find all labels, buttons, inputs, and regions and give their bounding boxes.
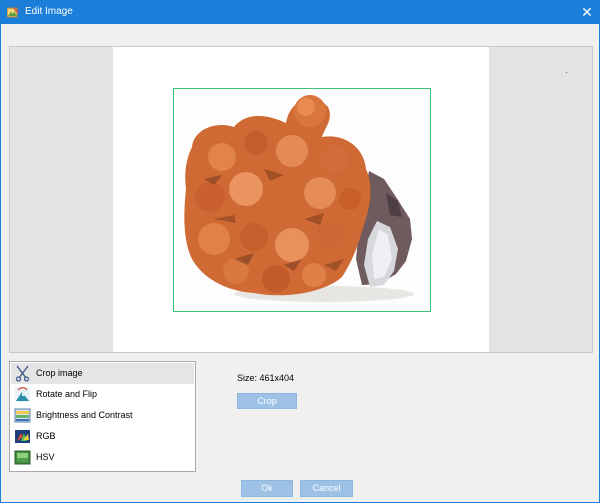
crop-size-label: Size: 461x404 [237, 373, 295, 383]
canvas-speck [566, 72, 567, 73]
tool-list: Crop image Rotate and Flip Brightness an… [9, 361, 196, 472]
edit-image-dialog: Edit Image ✕ Crop image Rotate and Flip … [0, 0, 600, 503]
tool-item-hsv[interactable]: HSV [11, 447, 194, 468]
tool-item-crop-image[interactable]: Crop image [11, 363, 194, 384]
app-icon [7, 7, 19, 18]
window-title: Edit Image [25, 6, 73, 17]
ok-button[interactable]: Ok [241, 480, 293, 497]
image-canvas[interactable] [9, 46, 593, 353]
brightness-contrast-icon [14, 408, 31, 423]
rotate-flip-icon [15, 387, 30, 402]
tool-item-rotate-and-flip[interactable]: Rotate and Flip [11, 384, 194, 405]
cancel-button[interactable]: Cancel [300, 480, 353, 497]
close-button[interactable]: ✕ [577, 3, 597, 21]
tool-label: Crop image [36, 368, 83, 378]
hsv-icon [14, 450, 31, 465]
tool-label: Brightness and Contrast [36, 410, 133, 420]
tool-label: RGB [36, 431, 56, 441]
crop-button[interactable]: Crop [237, 393, 297, 409]
image-page [113, 47, 489, 352]
mineral-image [174, 89, 430, 311]
scissors-icon [15, 365, 30, 382]
tool-label: Rotate and Flip [36, 389, 98, 399]
rgb-icon [15, 430, 30, 443]
tool-item-rgb[interactable]: RGB [11, 426, 194, 447]
title-bar[interactable]: Edit Image ✕ [1, 1, 599, 24]
close-icon: ✕ [581, 4, 593, 20]
crop-selection[interactable] [173, 88, 431, 312]
tool-label: HSV [36, 452, 55, 462]
tool-item-brightness-and-contrast[interactable]: Brightness and Contrast [11, 405, 194, 426]
